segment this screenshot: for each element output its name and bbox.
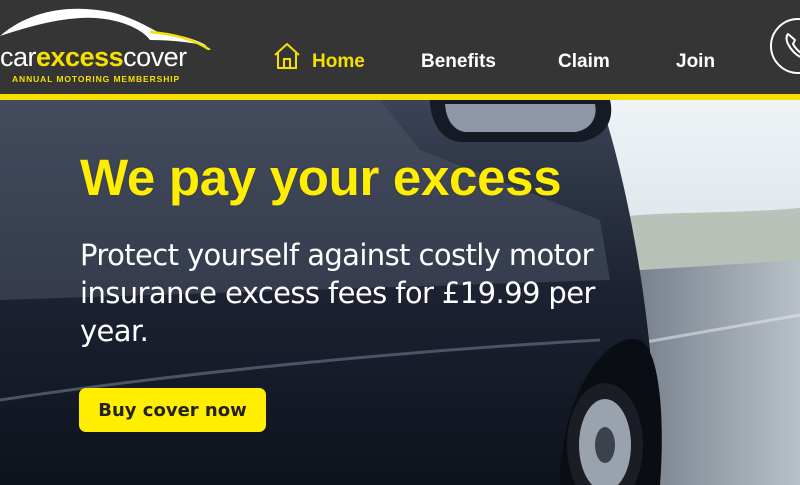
nav-claim[interactable]: Claim bbox=[558, 51, 610, 73]
nav-home[interactable]: Home bbox=[312, 51, 365, 73]
phone-icon[interactable] bbox=[768, 16, 800, 76]
brand-logo[interactable]: carexcesscover ANNUAL MOTORING MEMBERSHI… bbox=[0, 0, 220, 94]
logo-cover-text: cover bbox=[123, 42, 187, 72]
hero-title: We pay your excess bbox=[80, 149, 562, 206]
site-header: carexcesscover ANNUAL MOTORING MEMBERSHI… bbox=[0, 0, 800, 94]
nav-join[interactable]: Join bbox=[676, 51, 715, 73]
logo-car-text: car bbox=[0, 42, 37, 72]
logo-wordmark: carexcesscover bbox=[0, 44, 187, 71]
logo-excess-text: excess bbox=[36, 42, 124, 72]
hero-banner: We pay your excess Protect yourself agai… bbox=[0, 100, 800, 485]
nav-benefits[interactable]: Benefits bbox=[421, 51, 496, 73]
buy-cover-button[interactable]: Buy cover now bbox=[79, 388, 266, 432]
home-icon[interactable] bbox=[272, 41, 302, 71]
hero-subtitle: Protect yourself against costly motor in… bbox=[80, 238, 595, 348]
logo-tagline: ANNUAL MOTORING MEMBERSHIP bbox=[12, 74, 181, 84]
